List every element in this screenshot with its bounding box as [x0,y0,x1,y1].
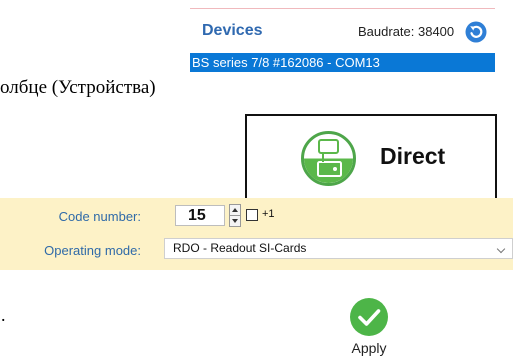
arrow-up-icon [232,208,238,212]
apply-label: Apply [351,340,387,356]
baudrate-label: Baudrate: 38400 [358,24,455,39]
devices-title: Devices [202,22,263,39]
arrow-down-icon [232,219,238,223]
code-number-stepper[interactable] [229,204,241,227]
code-number-input[interactable]: 15 [175,205,225,226]
decrement-button[interactable] [230,216,240,226]
chevron-down-icon [496,244,506,254]
code-number-label: Code number: [58,209,141,224]
refresh-button[interactable] [465,21,487,43]
si-card-reader-icon [301,131,356,186]
apply-button[interactable]: Apply [340,297,400,359]
operating-mode-value: RDO - Readout SI-Cards [173,241,307,255]
checkmark-icon [350,298,388,336]
operating-mode-label: Operating mode: [44,243,141,258]
refresh-icon [465,21,487,43]
direct-label: Direct [380,143,446,169]
devices-panel: Devices Baudrate: 38400 BS series 7/8 #1… [190,8,495,72]
plus-one-label: +1 [262,208,275,220]
increment-button[interactable] [230,205,240,216]
plus-one-checkbox[interactable] [246,209,258,221]
direct-button[interactable]: Direct [245,114,497,200]
document-text: олбце (Устройства) [0,77,156,98]
device-list-item[interactable]: BS series 7/8 #162086 - COM13 [190,53,495,72]
operating-mode-select[interactable]: RDO - Readout SI-Cards [164,238,513,259]
divider [190,8,495,9]
settings-panel: Code number: 15 +1 Operating mode: RDO -… [0,198,513,270]
document-dot: . [1,305,6,325]
